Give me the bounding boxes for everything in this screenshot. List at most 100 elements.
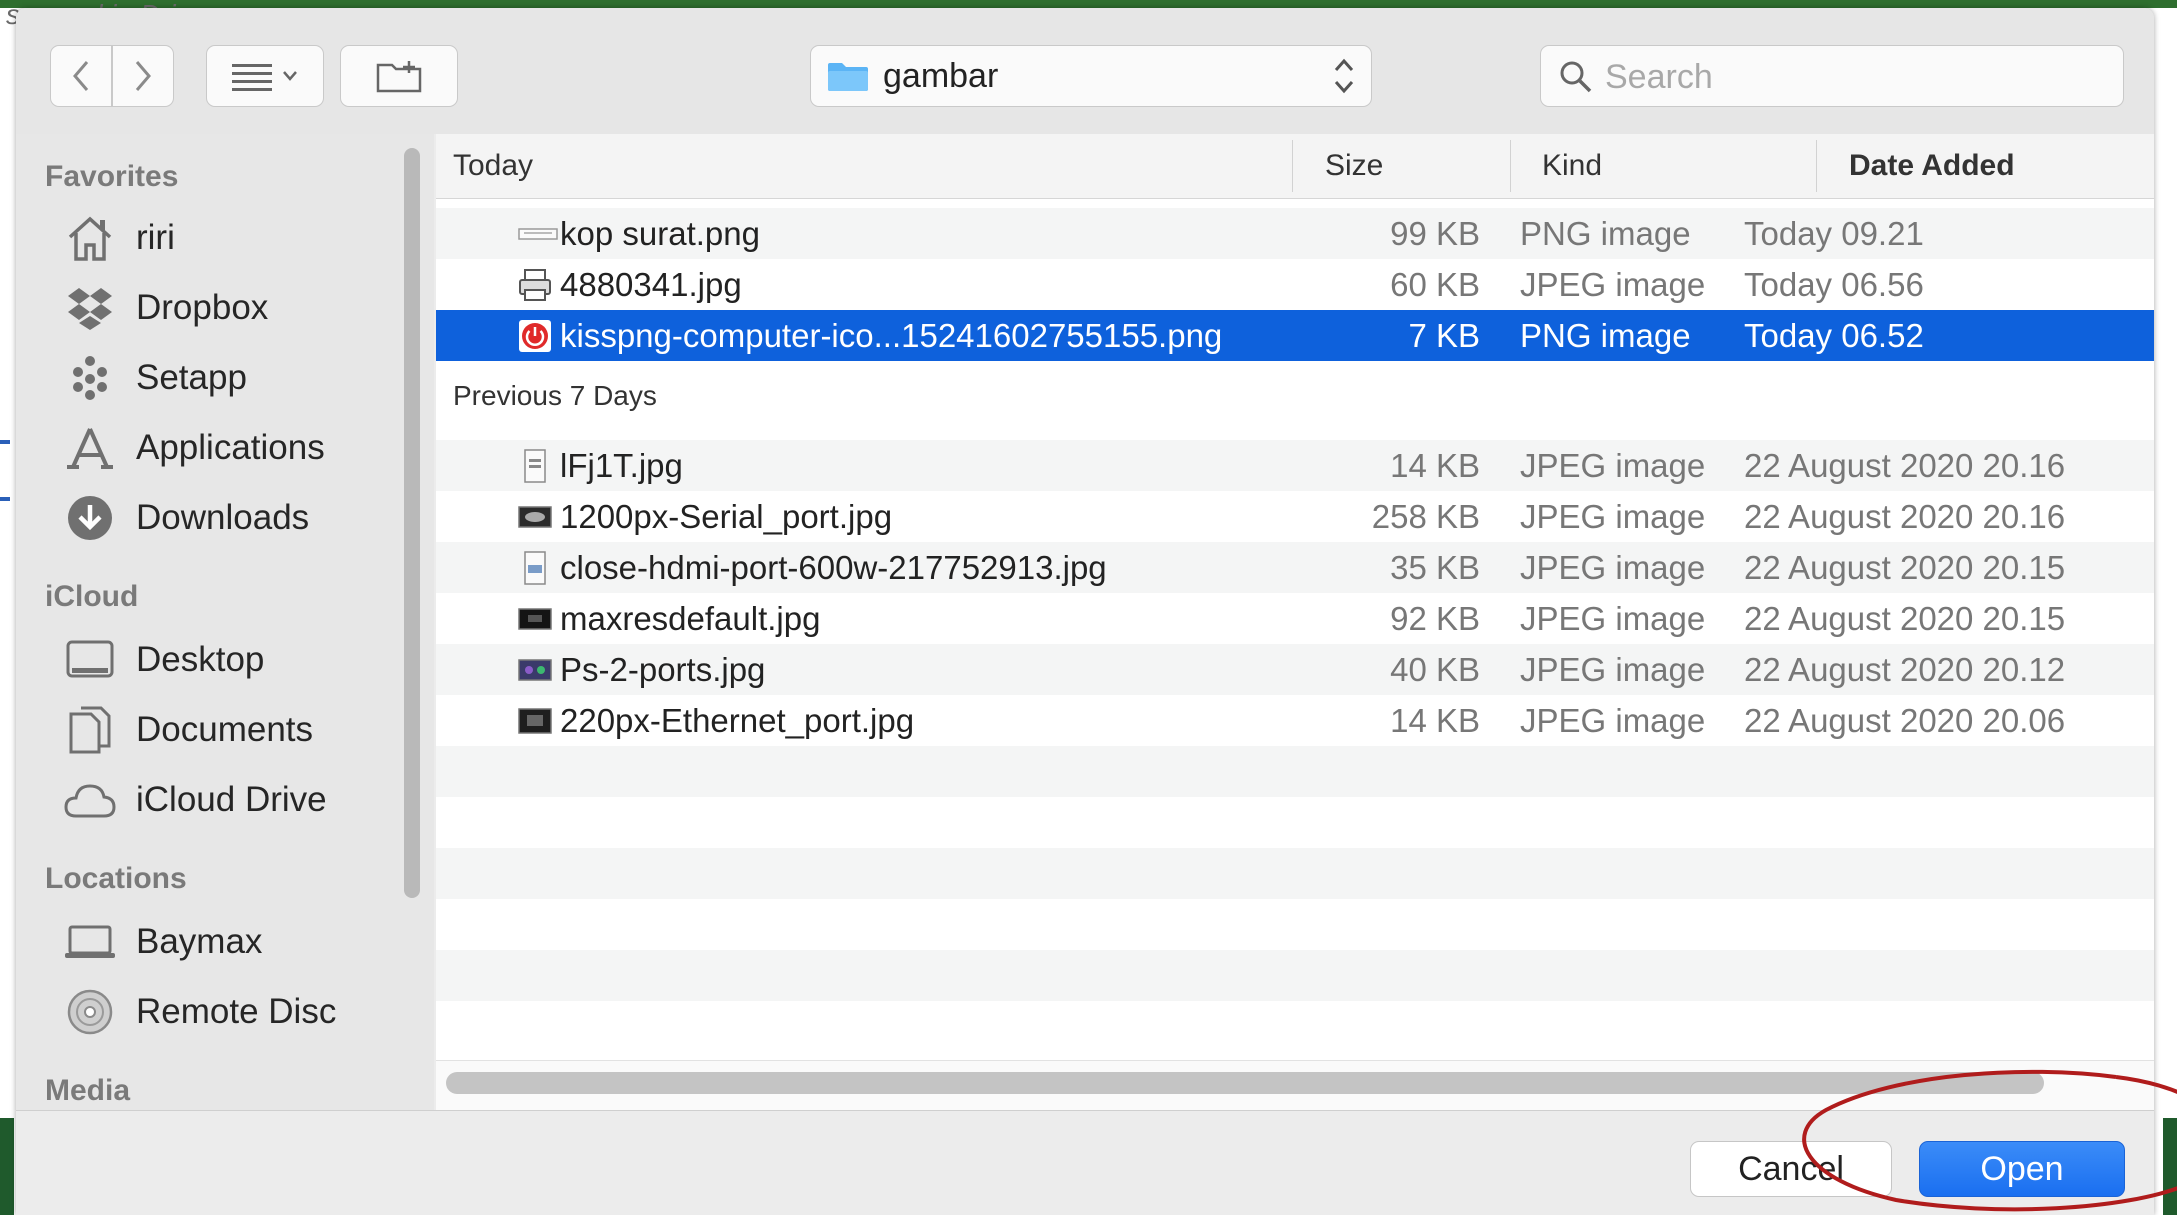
sidebar-item-remote-disc[interactable]: Remote Disc (64, 982, 336, 1042)
column-header-kind[interactable]: Kind (1542, 134, 1602, 198)
location-popup[interactable]: gambar (810, 45, 1372, 107)
file-row[interactable]: Ps-2-ports.jpg 40 KB JPEG image 22 Augus… (436, 644, 2154, 695)
chevron-down-icon (282, 70, 298, 82)
sidebar-item-riri[interactable]: riri (64, 208, 175, 268)
chevron-right-icon (133, 59, 153, 93)
file-size: 7 KB (1408, 317, 1480, 354)
dropbox-icon (64, 282, 116, 334)
file-kind: PNG image (1520, 215, 1691, 252)
list-view-icon (232, 61, 272, 91)
disc-icon (64, 986, 116, 1038)
horizontal-scrollbar[interactable] (446, 1072, 2044, 1094)
sidebar-section-favorites: Favorites (45, 160, 179, 193)
file-size: 99 KB (1390, 215, 1480, 252)
jpeg-file-icon (518, 268, 552, 302)
column-header: Today Size Kind Date Added (436, 134, 2154, 199)
file-name: 220px-Ethernet_port.jpg (560, 702, 915, 739)
sidebar-section-media: Media (45, 1074, 131, 1107)
sidebar-item-setapp[interactable]: Setapp (64, 348, 247, 408)
background-window-strip (0, 0, 2177, 8)
search-field[interactable] (1540, 45, 2124, 107)
file-date-added: 22 August 2020 20.15 (1744, 600, 2066, 637)
up-down-arrows-icon (1333, 56, 1355, 101)
sidebar-item-label: Baymax (136, 922, 263, 961)
open-button[interactable]: Open (1919, 1141, 2125, 1197)
column-header-size[interactable]: Size (1325, 134, 1383, 198)
file-date-added: Today 09.21 (1744, 215, 1924, 252)
file-size: 14 KB (1390, 702, 1480, 739)
view-options-button[interactable] (206, 45, 324, 107)
sidebar-item-icloud-drive[interactable]: iCloud Drive (64, 770, 327, 830)
file-date-added: 22 August 2020 20.06 (1744, 702, 2066, 739)
column-separator[interactable] (1292, 140, 1293, 192)
sidebar-item-label: Desktop (136, 640, 265, 679)
file-date-added: Today 06.56 (1744, 266, 1924, 303)
file-row[interactable]: 1200px-Serial_port.jpg 258 KB JPEG image… (436, 491, 2154, 542)
downloads-icon (64, 492, 116, 544)
sidebar-item-applications[interactable]: Applications (64, 418, 325, 478)
file-name: 1200px-Serial_port.jpg (560, 498, 893, 535)
file-kind: JPEG image (1520, 600, 1706, 637)
sidebar-section-locations: Locations (45, 862, 187, 895)
file-size: 258 KB (1371, 498, 1480, 535)
sidebar-item-label: Setapp (136, 358, 247, 397)
file-kind: JPEG image (1520, 549, 1706, 586)
file-date-added: 22 August 2020 20.15 (1744, 549, 2066, 586)
file-kind: PNG image (1520, 317, 1691, 354)
column-header-name[interactable]: Today (453, 134, 533, 198)
column-separator[interactable] (1510, 140, 1511, 192)
file-name: Ps-2-ports.jpg (560, 651, 766, 688)
file-row[interactable]: maxresdefault.jpg 92 KB JPEG image 22 Au… (436, 593, 2154, 644)
background-window-side (0, 8, 16, 1118)
file-kind: JPEG image (1520, 498, 1706, 535)
sidebar-item-label: Dropbox (136, 288, 269, 327)
file-name: lFj1T.jpg (560, 447, 683, 484)
file-name: 4880341.jpg (560, 266, 742, 303)
documents-icon (64, 704, 116, 756)
sidebar-item-desktop[interactable]: Desktop (64, 630, 264, 690)
cancel-button[interactable]: Cancel (1690, 1141, 1892, 1197)
background-marker (0, 440, 10, 444)
sidebar-item-documents[interactable]: Documents (64, 700, 313, 760)
search-input[interactable] (1603, 54, 2107, 100)
empty-row (436, 848, 2154, 899)
file-kind: JPEG image (1520, 651, 1706, 688)
sidebar-item-label: Remote Disc (136, 992, 337, 1031)
setapp-icon (64, 352, 116, 404)
empty-row (436, 746, 2154, 797)
location-label: gambar (883, 57, 999, 95)
file-name: kop surat.png (560, 215, 760, 252)
forward-button[interactable] (112, 45, 174, 107)
dialog-button-bar: Cancel Open (16, 1110, 2154, 1215)
file-row[interactable]: kop surat.png 99 KB PNG image Today 09.2… (436, 208, 2154, 259)
back-button[interactable] (50, 45, 112, 107)
new-folder-icon (376, 59, 422, 93)
file-row[interactable]: lFj1T.jpg 14 KB JPEG image 22 August 202… (436, 440, 2154, 491)
sidebar-item-label: Documents (136, 710, 314, 749)
file-row[interactable]: 220px-Ethernet_port.jpg 14 KB JPEG image… (436, 695, 2154, 746)
background-marker (0, 497, 10, 501)
search-icon (1559, 60, 1593, 99)
column-separator[interactable] (1816, 140, 1817, 192)
sidebar: Favorites riri Dropbox Setapp Applicatio… (16, 134, 434, 1110)
sidebar-item-label: iCloud Drive (136, 780, 327, 819)
jpeg-thumbnail-icon (518, 653, 552, 687)
group-title-previous-7-days: Previous 7 Days (453, 380, 657, 411)
jpeg-thumbnail-icon (518, 704, 552, 738)
file-date-added: 22 August 2020 20.16 (1744, 447, 2066, 484)
open-file-dialog: gambar Favorites (16, 8, 2154, 1215)
file-row-selected[interactable]: kisspng-computer-ico...15241602755155.pn… (436, 310, 2154, 361)
sidebar-item-baymax[interactable]: Baymax (64, 912, 262, 972)
sidebar-item-dropbox[interactable]: Dropbox (64, 278, 268, 338)
power-button-image-icon (518, 319, 552, 353)
column-header-date-added[interactable]: Date Added (1849, 134, 2015, 198)
sidebar-item-downloads[interactable]: Downloads (64, 488, 309, 548)
sidebar-scrollbar[interactable] (404, 148, 420, 898)
file-name: maxresdefault.jpg (560, 600, 821, 637)
file-row[interactable]: close-hdmi-port-600w-217752913.jpg 35 KB… (436, 542, 2154, 593)
sidebar-item-label: Downloads (136, 498, 310, 537)
file-row[interactable]: 4880341.jpg 60 KB JPEG image Today 06.56 (436, 259, 2154, 310)
dialog-toolbar: gambar (16, 8, 2154, 134)
file-date-added: 22 August 2020 20.16 (1744, 498, 2066, 535)
new-folder-button[interactable] (340, 45, 458, 107)
